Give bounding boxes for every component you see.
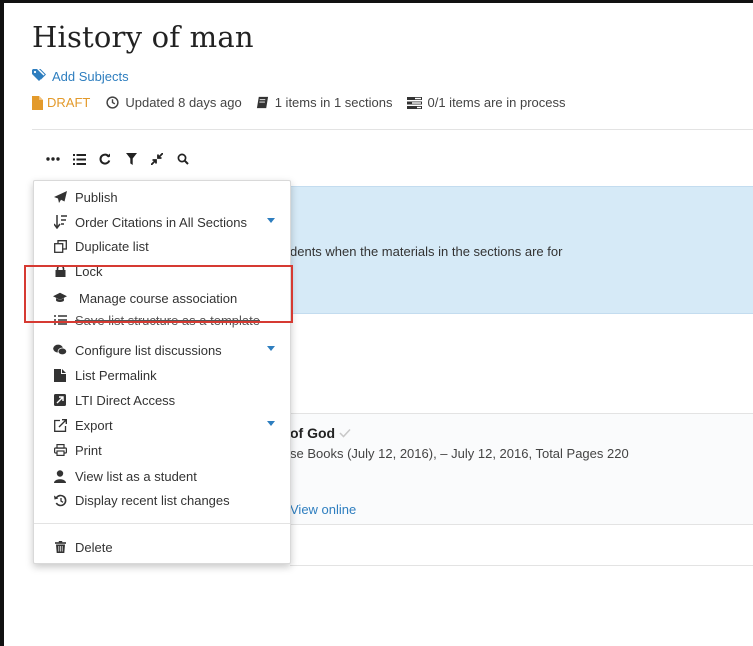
add-subjects-label: Add Subjects <box>52 69 129 84</box>
menu-item-list-permalink[interactable]: List Permalink <box>34 365 290 385</box>
menu-item-order-citations[interactable]: Order Citations in All Sections <box>34 212 290 232</box>
menu-item-export[interactable]: Export <box>34 415 290 435</box>
tag-icon <box>32 69 46 84</box>
lock-icon <box>53 264 67 278</box>
refresh-icon <box>99 153 111 165</box>
filter-icon <box>125 153 137 165</box>
screenshot-border-top <box>0 0 753 3</box>
menu-item-label: View list as a student <box>75 468 197 484</box>
in-process-text: 0/1 items are in process <box>427 95 566 110</box>
header-divider <box>32 129 753 130</box>
menu-item-label: LTI Direct Access <box>75 392 176 408</box>
print-icon <box>53 443 67 457</box>
user-icon <box>53 469 67 483</box>
check-icon <box>339 428 351 438</box>
status-badge: DRAFT <box>32 95 90 110</box>
collapse-button[interactable] <box>144 148 170 170</box>
more-actions-menu: Publish Order Citations in All Sections … <box>33 180 291 564</box>
search-button[interactable] <box>170 148 196 170</box>
file-icon <box>32 95 43 110</box>
clock-icon <box>106 96 119 109</box>
tasks-icon <box>406 96 422 109</box>
trash-icon <box>53 540 67 554</box>
menu-item-label: Delete <box>75 539 113 555</box>
list-toolbar <box>40 148 196 170</box>
citation-card <box>290 413 753 525</box>
filter-button[interactable] <box>118 148 144 170</box>
menu-item-lock[interactable]: Lock <box>34 263 290 279</box>
menu-item-lti-direct-access[interactable]: LTI Direct Access <box>34 390 290 410</box>
submenu-caret-icon <box>267 346 275 351</box>
refresh-button[interactable] <box>92 148 118 170</box>
export-icon <box>53 418 67 432</box>
collapse-icon <box>151 153 163 165</box>
menu-item-label: Manage course association <box>79 290 238 306</box>
discussion-icon <box>53 343 67 357</box>
book-icon <box>256 96 268 109</box>
citation-title-text: of God <box>290 425 336 441</box>
menu-item-label: Export <box>75 417 113 433</box>
submenu-caret-icon <box>267 218 275 223</box>
menu-item-label: Order Citations in All Sections <box>75 214 247 230</box>
add-subjects-link[interactable]: Add Subjects <box>32 69 129 84</box>
list-icon <box>72 153 86 165</box>
menu-item-label: Publish <box>75 189 118 205</box>
menu-item-duplicate-list[interactable]: Duplicate list <box>34 236 290 256</box>
history-icon <box>53 493 67 507</box>
citation-details: se Books (July 12, 2016), – July 12, 201… <box>290 446 629 461</box>
menu-item-label: Duplicate list <box>75 238 149 254</box>
status-label: DRAFT <box>47 95 91 110</box>
list-meta: DRAFT Updated 8 days ago 1 items in 1 se… <box>32 95 566 110</box>
menu-divider <box>34 523 290 524</box>
menu-item-manage-course-association[interactable]: Manage course association <box>34 288 290 308</box>
list-view-button[interactable] <box>66 148 92 170</box>
menu-item-label: Save list structure as a template <box>75 312 260 328</box>
menu-item-publish[interactable]: Publish <box>34 187 290 207</box>
menu-item-recent-changes[interactable]: Display recent list changes <box>34 490 290 510</box>
more-actions-button[interactable] <box>40 148 66 170</box>
citation-title[interactable]: of God <box>290 425 351 441</box>
more-icon <box>46 157 60 161</box>
menu-item-delete[interactable]: Delete <box>34 537 290 557</box>
menu-item-label: Lock <box>75 263 103 279</box>
menu-item-label: Display recent list changes <box>75 492 230 508</box>
page-title: History of man <box>32 20 254 54</box>
permalink-icon <box>53 368 67 382</box>
menu-item-label: List Permalink <box>75 367 157 383</box>
menu-item-label: Configure list discussions <box>75 342 222 358</box>
search-icon <box>177 153 189 165</box>
submenu-caret-icon <box>267 421 275 426</box>
info-banner-text: dents when the materials in the sections… <box>290 244 563 259</box>
menu-item-configure-discussions[interactable]: Configure list discussions <box>34 340 290 360</box>
template-icon <box>53 313 67 327</box>
lti-icon <box>53 393 67 407</box>
menu-item-view-as-student[interactable]: View list as a student <box>34 466 290 486</box>
updated-text: Updated 8 days ago <box>125 95 242 110</box>
screenshot-border-left <box>0 0 4 646</box>
menu-item-print[interactable]: Print <box>34 440 290 460</box>
view-online-link[interactable]: View online <box>290 502 356 517</box>
duplicate-icon <box>53 239 67 253</box>
graduation-cap-icon <box>53 291 67 305</box>
menu-item-label: Print <box>75 442 102 458</box>
menu-item-save-template[interactable]: Save list structure as a template <box>34 312 290 328</box>
paper-plane-icon <box>53 190 67 204</box>
items-sections-text: 1 items in 1 sections <box>274 95 393 110</box>
content-divider <box>290 565 753 566</box>
sort-icon <box>53 215 67 229</box>
